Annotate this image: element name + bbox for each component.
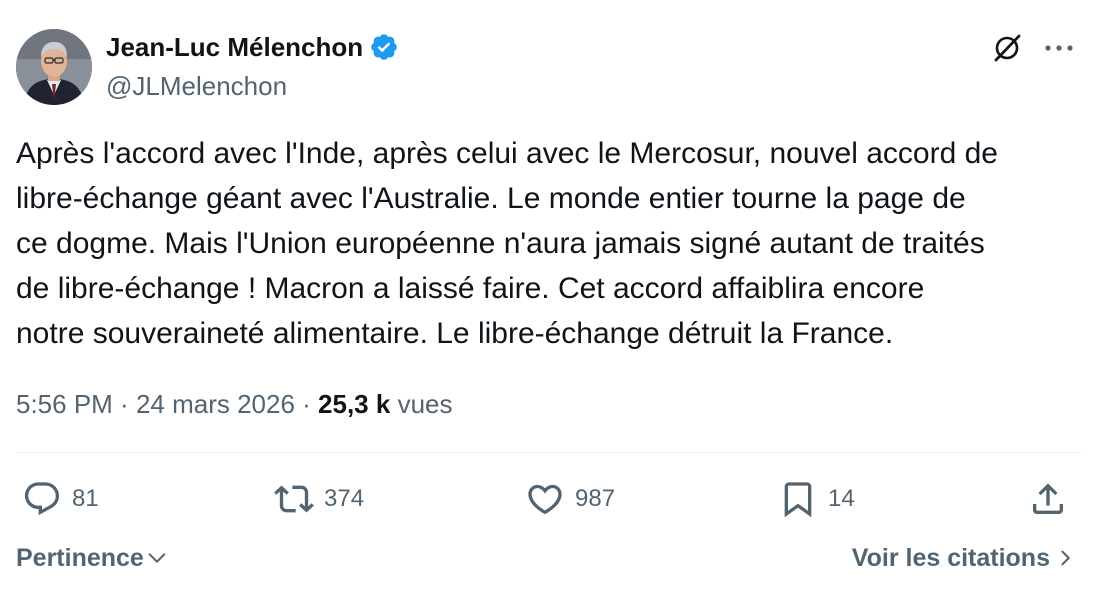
tweet-detail: Jean-Luc Mélenchon @JLMelenchon Après l'…: [0, 0, 1098, 591]
verified-badge-icon[interactable]: [369, 32, 399, 62]
tweet-date[interactable]: 24 mars 2026: [136, 389, 295, 419]
reply-count: 81: [72, 485, 99, 512]
header-actions: [990, 28, 1076, 68]
like-icon: [528, 484, 562, 515]
action-bar: 81 374 987 14: [0, 476, 1098, 522]
grok-icon[interactable]: [990, 28, 1024, 68]
divider: [16, 452, 1082, 453]
views-label: vues: [397, 389, 453, 419]
tweet-text: Après l'accord avec l'Inde, après celui …: [16, 131, 1086, 356]
bookmark-count: 14: [828, 485, 855, 512]
avatar-photo: [16, 29, 92, 105]
tweet-meta: 5:56 PM · 24 mars 2026 · 25,3 k vues: [16, 387, 452, 421]
quotes-label: Voir les citations: [851, 544, 1050, 572]
like-count: 987: [575, 485, 616, 512]
tweet-text-line: de libre-échange ! Macron a laissé faire…: [16, 272, 925, 305]
like-button[interactable]: 987: [525, 476, 615, 522]
meta-separator: ·: [112, 389, 136, 419]
author-handle[interactable]: @JLMelenchon: [106, 70, 287, 102]
more-icon[interactable]: [1042, 28, 1076, 68]
share-button[interactable]: [1028, 476, 1068, 522]
sort-label: Pertinence: [16, 544, 144, 572]
chevron-right-icon: [1061, 550, 1070, 566]
tweet-text-line: libre-échange géant avec l'Australie. Le…: [16, 182, 966, 215]
repost-button[interactable]: 374: [274, 476, 364, 522]
author-name[interactable]: Jean-Luc Mélenchon: [106, 30, 363, 64]
repost-count: 374: [324, 485, 365, 512]
tweet-text-line: Après l'accord avec l'Inde, après celui …: [16, 137, 998, 170]
view-quotes-link[interactable]: Voir les citations: [852, 541, 1074, 575]
tweet-time[interactable]: 5:56 PM: [16, 389, 113, 419]
share-icon: [1033, 483, 1063, 514]
author-name-row[interactable]: Jean-Luc Mélenchon: [106, 30, 399, 64]
bookmark-button[interactable]: 14: [778, 476, 855, 522]
views-count: 25,3 k: [318, 389, 391, 419]
reply-icon: [24, 482, 60, 516]
sort-dropdown[interactable]: Pertinence: [16, 541, 168, 575]
avatar[interactable]: [16, 29, 92, 105]
tweet-text-line: notre souveraineté alimentaire. Le libre…: [16, 317, 894, 350]
tweet-text-line: ce dogme. Mais l'Union européenne n'aura…: [16, 227, 985, 260]
repost-icon: [274, 485, 314, 513]
chevron-down-icon: [148, 553, 166, 563]
reply-button[interactable]: 81: [22, 476, 99, 522]
bookmark-icon: [784, 482, 812, 518]
meta-separator: ·: [294, 389, 319, 419]
